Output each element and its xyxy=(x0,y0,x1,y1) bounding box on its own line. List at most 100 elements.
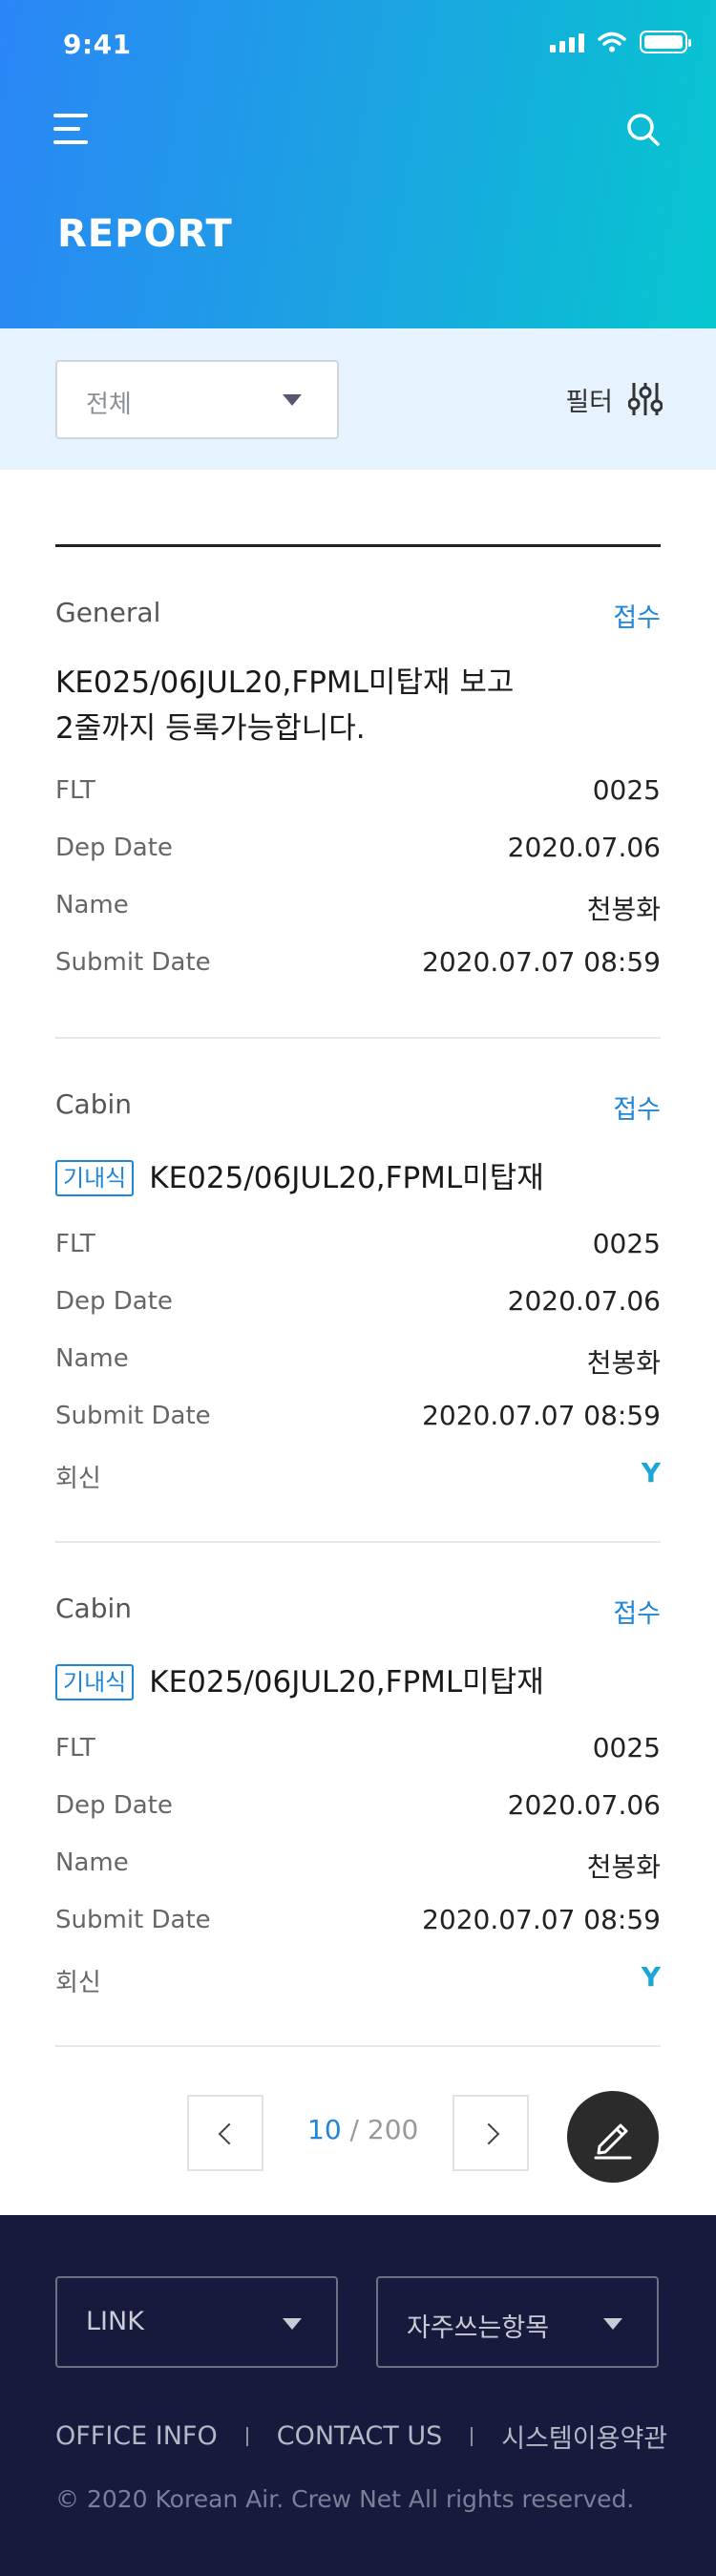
report-category: Cabin xyxy=(55,1088,133,1120)
field-value: 천봉화 xyxy=(586,1347,661,1379)
field-row: FLT 0025 xyxy=(55,765,661,822)
field-row: Submit Date 2020.07.07 08:59 xyxy=(55,1390,661,1447)
card-divider xyxy=(55,1541,661,1543)
total-pages: 200 xyxy=(367,2114,419,2145)
field-row: FLT 0025 xyxy=(55,1218,661,1276)
battery-icon xyxy=(640,31,691,53)
card-divider xyxy=(55,2045,661,2047)
report-tag: 기내식 xyxy=(55,1160,135,1196)
signal-icon xyxy=(550,32,584,53)
field-row: Dep Date 2020.07.06 xyxy=(55,1780,661,1837)
field-value: 0025 xyxy=(592,1228,661,1259)
status-bar: 9:41 xyxy=(0,0,716,86)
chevron-down-icon xyxy=(283,2318,302,2330)
chevron-down-icon xyxy=(603,2318,622,2330)
filter-button[interactable]: 필터 xyxy=(565,376,663,422)
report-status: 접수 xyxy=(613,1095,661,1125)
field-value: 2020.07.07 08:59 xyxy=(422,1400,661,1431)
filter-bar: 전체 필터 xyxy=(0,328,716,470)
favorites-select-label: 자주쓰는항목 xyxy=(407,2313,550,2343)
terms-link[interactable]: 시스템이용약관 xyxy=(501,2418,667,2455)
app-header: 9:41 REPORT xyxy=(0,0,716,328)
link-select-label: LINK xyxy=(86,2307,144,2336)
field-value: 천봉화 xyxy=(586,1851,661,1883)
report-title: KE025/06JUL20,FPML미탑재 xyxy=(149,1161,544,1195)
field-label: 회신 xyxy=(55,1465,101,1493)
field-row: Submit Date 2020.07.07 08:59 xyxy=(55,937,661,994)
status-time: 9:41 xyxy=(63,29,132,60)
field-value: 2020.07.06 xyxy=(507,1285,661,1317)
current-page: 10 xyxy=(307,2114,342,2145)
wifi-icon xyxy=(598,32,626,53)
report-title: KE025/06JUL20,FPML미탑재 xyxy=(149,1665,544,1700)
reply-value: Y xyxy=(641,1457,661,1489)
field-label: Submit Date xyxy=(55,948,211,977)
field-label: FLT xyxy=(55,776,95,805)
page-indicator: 10 / 200 xyxy=(307,2114,418,2145)
sliders-icon xyxy=(628,383,663,415)
field-label: Name xyxy=(55,1848,129,1877)
field-row: Dep Date 2020.07.06 xyxy=(55,822,661,879)
field-row: Name 천봉화 xyxy=(55,1333,661,1390)
reply-value: Y xyxy=(641,1961,661,1993)
prev-page-button[interactable] xyxy=(187,2095,263,2171)
list-top-rule xyxy=(55,544,661,547)
field-value: 2020.07.07 08:59 xyxy=(422,946,661,978)
link-select[interactable]: LINK xyxy=(55,2276,338,2368)
report-status: 접수 xyxy=(613,603,661,633)
field-row: Name 천봉화 xyxy=(55,1837,661,1894)
field-value: 0025 xyxy=(592,1732,661,1763)
field-row: 회신 Y xyxy=(55,1952,661,2009)
field-label: FLT xyxy=(55,1230,95,1258)
field-value: 2020.07.07 08:59 xyxy=(422,1904,661,1935)
field-label: Name xyxy=(55,1344,129,1373)
field-label: Submit Date xyxy=(55,1906,211,1934)
field-value: 천봉화 xyxy=(586,894,661,925)
field-row: 회신 Y xyxy=(55,1447,661,1505)
field-row: Dep Date 2020.07.06 xyxy=(55,1276,661,1333)
write-report-button[interactable] xyxy=(567,2091,659,2183)
field-row: FLT 0025 xyxy=(55,1722,661,1780)
status-icons xyxy=(550,31,691,53)
footer: LINK 자주쓰는항목 OFFICE INFO CONTACT US 시스템이용… xyxy=(0,2215,716,2576)
link-separator xyxy=(245,2426,248,2446)
field-label: Name xyxy=(55,891,129,919)
category-select[interactable]: 전체 xyxy=(55,360,339,439)
report-status: 접수 xyxy=(613,1599,661,1629)
field-label: FLT xyxy=(55,1734,95,1763)
report-card[interactable]: General 접수 KE025/06JUL20,FPML미탑재 보고 2줄까지… xyxy=(55,597,661,994)
filter-label: 필터 xyxy=(565,387,613,417)
page-separator: / xyxy=(341,2114,368,2145)
field-label: Dep Date xyxy=(55,1287,173,1316)
link-separator xyxy=(471,2426,474,2446)
report-card[interactable]: Cabin 접수 기내식 KE025/06JUL20,FPML미탑재 FLT 00… xyxy=(55,1593,661,2009)
chevron-right-icon xyxy=(477,2122,500,2145)
field-value: 2020.07.06 xyxy=(507,1789,661,1821)
report-title-line: KE025/06JUL20,FPML미탑재 보고 xyxy=(55,665,515,700)
chevron-down-icon xyxy=(283,394,302,406)
field-label: 회신 xyxy=(55,1969,101,1997)
copyright: © 2020 Korean Air. Crew Net All rights r… xyxy=(55,2485,635,2513)
pencil-icon xyxy=(594,2123,632,2160)
contact-us-link[interactable]: CONTACT US xyxy=(277,2421,443,2451)
footer-links: OFFICE INFO CONTACT US 시스템이용약관 xyxy=(55,2418,667,2455)
favorites-select[interactable]: 자주쓰는항목 xyxy=(376,2276,659,2368)
field-label: Dep Date xyxy=(55,834,173,862)
menu-button[interactable] xyxy=(53,112,92,146)
field-row: Name 천봉화 xyxy=(55,879,661,937)
office-info-link[interactable]: OFFICE INFO xyxy=(55,2421,218,2451)
chevron-left-icon xyxy=(218,2122,241,2145)
report-category: Cabin xyxy=(55,1593,133,1624)
field-value: 0025 xyxy=(592,774,661,806)
field-row: Submit Date 2020.07.07 08:59 xyxy=(55,1894,661,1952)
next-page-button[interactable] xyxy=(453,2095,529,2171)
card-divider xyxy=(55,1037,661,1039)
field-label: Submit Date xyxy=(55,1402,211,1430)
report-category: General xyxy=(55,597,161,628)
field-label: Dep Date xyxy=(55,1791,173,1820)
report-card[interactable]: Cabin 접수 기내식 KE025/06JUL20,FPML미탑재 FLT 00… xyxy=(55,1088,661,1505)
report-tag: 기내식 xyxy=(55,1664,135,1700)
category-select-value: 전체 xyxy=(86,391,132,419)
report-title-line: 2줄까지 등록가능합니다. xyxy=(55,711,366,746)
search-icon[interactable] xyxy=(624,111,663,149)
